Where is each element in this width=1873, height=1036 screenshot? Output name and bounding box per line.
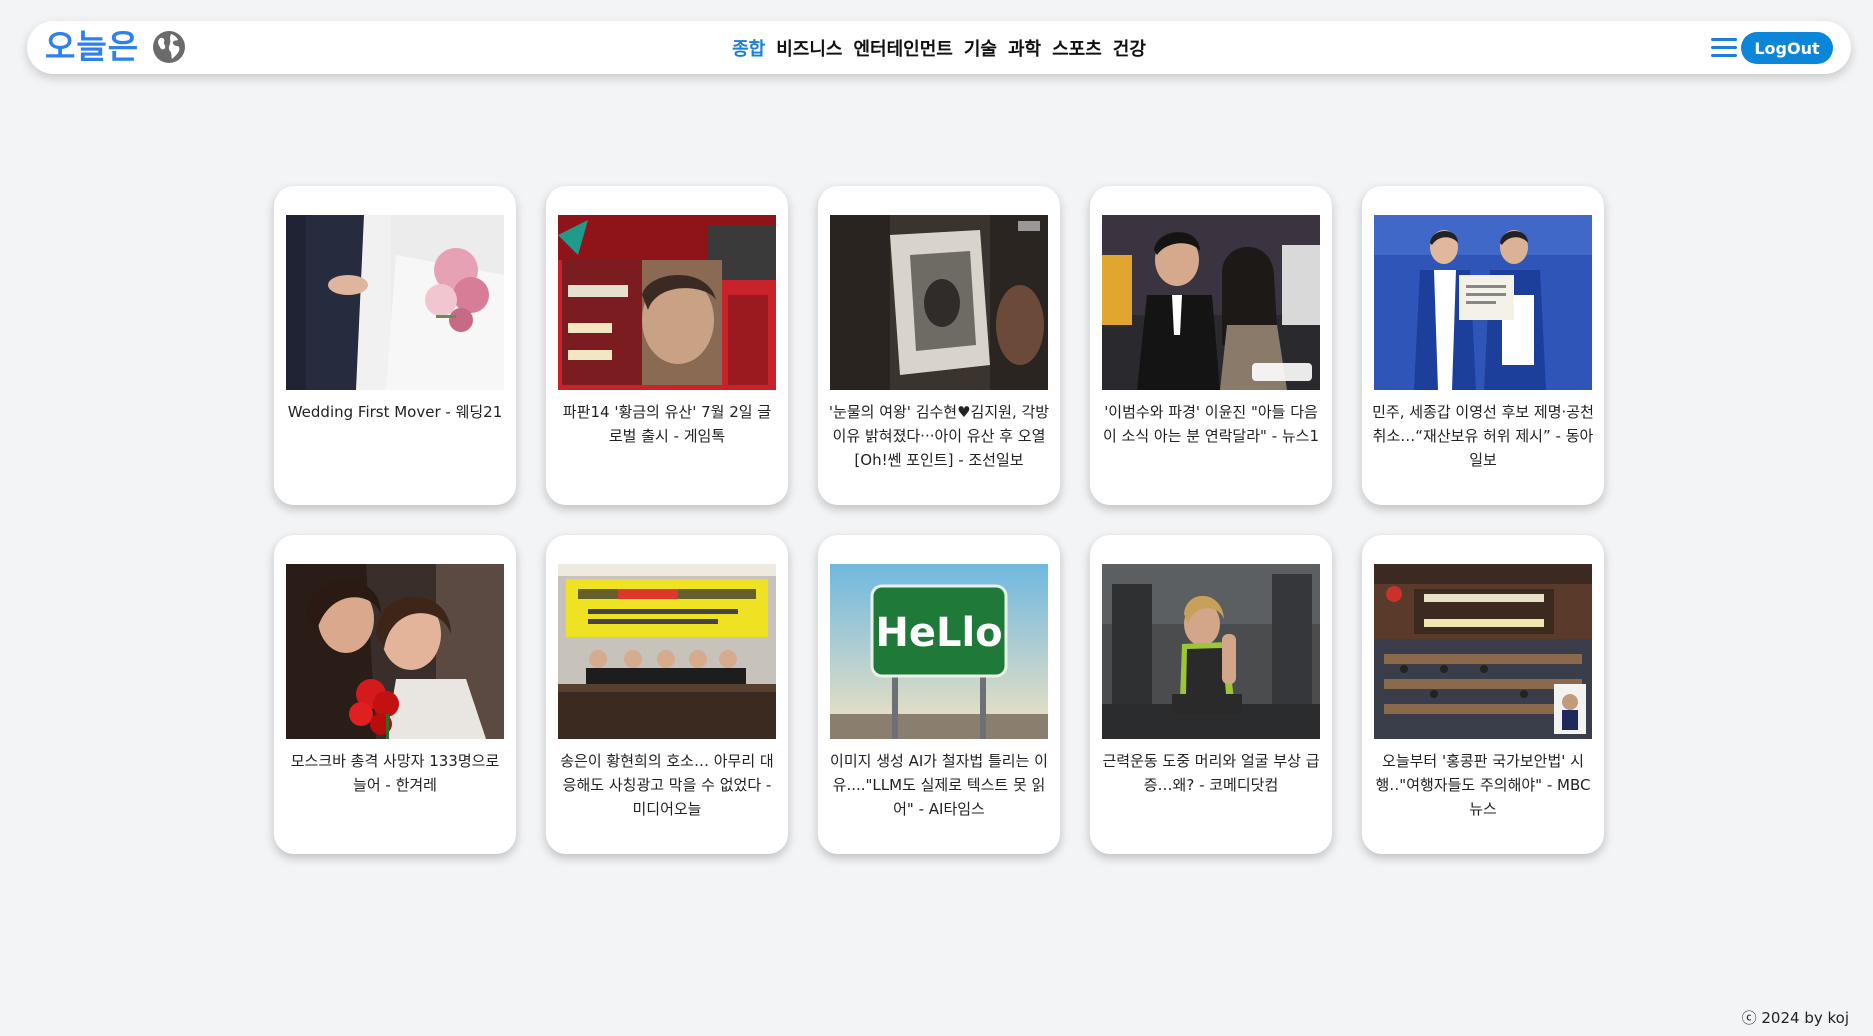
nav-business[interactable]: 비즈니스 — [776, 35, 842, 61]
top-navbar: 오늘은 종합 비즈니스 엔터테인먼트 기술 과학 스포츠 건강 LogOut — [27, 21, 1851, 74]
article-title[interactable]: 모스크바 총격 사망자 133명으로 늘어 - 한겨레 — [284, 749, 506, 797]
article-card[interactable]: 근력운동 도중 머리와 얼굴 부상 급증…왜? - 코메디닷컴 — [1090, 535, 1332, 854]
article-grid: Wedding First Mover - 웨딩21 파판14 '황금의 유산'… — [274, 186, 1604, 854]
candidates-photo[interactable] — [1374, 215, 1592, 390]
mourners-photo[interactable] — [286, 564, 504, 739]
article-title[interactable]: 이미지 생성 AI가 철자법 틀리는 이유...."LLM도 실제로 텍스트 못… — [828, 749, 1050, 821]
press-conference-photo[interactable] — [558, 564, 776, 739]
globe-icon — [151, 29, 187, 65]
article-card[interactable]: HeLlo 이미지 생성 AI가 철자법 틀리는 이유...."LLM도 실제로… — [818, 535, 1060, 854]
article-card[interactable]: Wedding First Mover - 웨딩21 — [274, 186, 516, 505]
hamburger-menu-icon[interactable] — [1711, 36, 1737, 58]
article-card[interactable]: 송은이 황현희의 호소… 아무리 대응해도 사칭광고 막을 수 없었다 - 미디… — [546, 535, 788, 854]
nav-general[interactable]: 종합 — [732, 35, 765, 61]
logout-button[interactable]: LogOut — [1741, 32, 1833, 64]
article-title[interactable]: 근력운동 도중 머리와 얼굴 부상 급증…왜? - 코메디닷컴 — [1100, 749, 1322, 797]
nav-sports[interactable]: 스포츠 — [1052, 35, 1102, 61]
hello-sign-image[interactable]: HeLlo — [830, 564, 1048, 739]
article-title[interactable]: '눈물의 여왕' 김수현♥김지원, 각방 이유 밝혀졌다···아이 유산 후 오… — [828, 400, 1050, 472]
brand[interactable]: 오늘은 — [45, 27, 187, 67]
footer-copyright: ⓒ 2024 by koj — [1741, 1009, 1849, 1027]
article-card[interactable]: 모스크바 총격 사망자 133명으로 늘어 - 한겨레 — [274, 535, 516, 854]
article-title[interactable]: 송은이 황현희의 호소… 아무리 대응해도 사칭광고 막을 수 없었다 - 미디… — [556, 749, 778, 821]
article-card[interactable]: 파판14 '황금의 유산' 7월 2일 글로벌 출시 - 게임톡 — [546, 186, 788, 505]
category-nav: 종합 비즈니스 엔터테인먼트 기술 과학 스포츠 건강 — [27, 21, 1851, 74]
article-card[interactable]: 오늘부터 '홍콩판 국가보안법' 시행‥"여행자들도 주의해야" - MBC 뉴… — [1362, 535, 1604, 854]
legislature-photo[interactable] — [1374, 564, 1592, 739]
article-card[interactable]: 민주, 세종갑 이영선 후보 제명·공천 취소…“재산보유 허위 제시” - 동… — [1362, 186, 1604, 505]
drama-still-photo[interactable] — [830, 215, 1048, 390]
nav-science[interactable]: 과학 — [1008, 35, 1041, 61]
nav-technology[interactable]: 기술 — [964, 35, 997, 61]
nav-entertainment[interactable]: 엔터테인먼트 — [853, 35, 952, 61]
nav-health[interactable]: 건강 — [1113, 35, 1146, 61]
site-logo-text[interactable]: 오늘은 — [45, 27, 139, 67]
article-title[interactable]: Wedding First Mover - 웨딩21 — [284, 400, 506, 424]
article-title[interactable]: '이범수와 파경' 이윤진 "아들 다음이 소식 아는 분 연락달라" - 뉴스… — [1100, 400, 1322, 448]
gym-woman-photo[interactable] — [1102, 564, 1320, 739]
article-title[interactable]: 오늘부터 '홍콩판 국가보안법' 시행‥"여행자들도 주의해야" - MBC 뉴… — [1372, 749, 1594, 821]
dawntrail-game-art[interactable] — [558, 215, 776, 390]
article-title[interactable]: 파판14 '황금의 유산' 7월 2일 글로벌 출시 - 게임톡 — [556, 400, 778, 448]
couple-photo[interactable] — [1102, 215, 1320, 390]
wedding-photo[interactable] — [286, 215, 504, 390]
article-card[interactable]: '눈물의 여왕' 김수현♥김지원, 각방 이유 밝혀졌다···아이 유산 후 오… — [818, 186, 1060, 505]
article-title[interactable]: 민주, 세종갑 이영선 후보 제명·공천 취소…“재산보유 허위 제시” - 동… — [1372, 400, 1594, 472]
article-card[interactable]: '이범수와 파경' 이윤진 "아들 다음이 소식 아는 분 연락달라" - 뉴스… — [1090, 186, 1332, 505]
svg-text:HeLlo: HeLlo — [875, 610, 1002, 656]
